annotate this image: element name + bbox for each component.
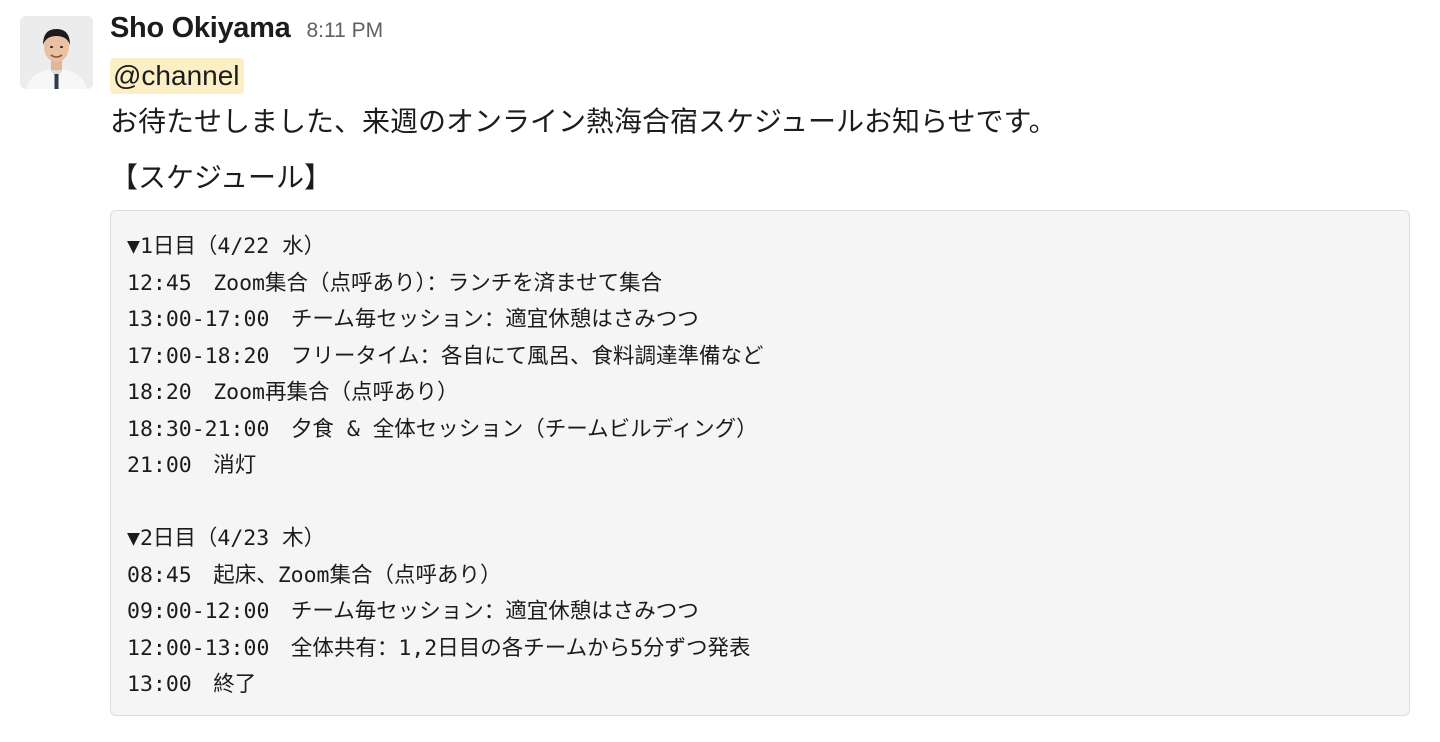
message-timestamp[interactable]: 8:11 PM [306, 19, 383, 43]
code-line: 18:30-21:00 夕食 & 全体セッション（チームビルディング） [127, 416, 758, 442]
code-line: 12:00-13:00 全体共有：1,2日目の各チームから5分ずつ発表 [127, 635, 751, 661]
schedule-heading: 【スケジュール】 [110, 161, 333, 194]
chat-message: Sho Okiyama 8:11 PM @channel お待たせしました、来週… [0, 0, 1440, 742]
message-content: Sho Okiyama 8:11 PM @channel お待たせしました、来週… [110, 12, 1412, 716]
code-line: 09:00-12:00 チーム毎セッション：適宜休憩はさみつつ [127, 599, 699, 624]
code-line: 18:20 Zoom再集合（点呼あり） [127, 380, 459, 405]
user-avatar-icon [20, 16, 93, 89]
author-name[interactable]: Sho Okiyama [110, 12, 291, 45]
code-block: ▼1日目（4/22 水） 12:45 Zoom集合（点呼あり）：ランチを済ませて… [110, 210, 1410, 716]
mention-line: @channel [110, 58, 1412, 96]
code-line-day2-heading: ▼2日目（4/23 木） [127, 526, 326, 551]
avatar[interactable] [20, 16, 93, 89]
code-line: 13:00 終了 [127, 672, 257, 697]
code-line-day1-heading: ▼1日目（4/22 水） [127, 234, 326, 259]
code-line: 13:00-17:00 チーム毎セッション：適宜休憩はさみつつ [127, 307, 699, 332]
channel-mention[interactable]: @channel [110, 58, 244, 94]
message-header: Sho Okiyama 8:11 PM [110, 12, 1412, 54]
code-line: 21:00 消灯 [127, 453, 257, 478]
code-line: 08:45 起床、Zoom集合（点呼あり） [127, 562, 502, 588]
code-line: 17:00-18:20 フリータイム：各自にて風呂、食料調達準備など [127, 343, 764, 369]
code-line: 12:45 Zoom集合（点呼あり）：ランチを済ませて集合 [127, 270, 663, 296]
message-intro-text: お待たせしました、来週のオンライン熱海合宿スケジュールお知らせです。 [110, 105, 1057, 138]
